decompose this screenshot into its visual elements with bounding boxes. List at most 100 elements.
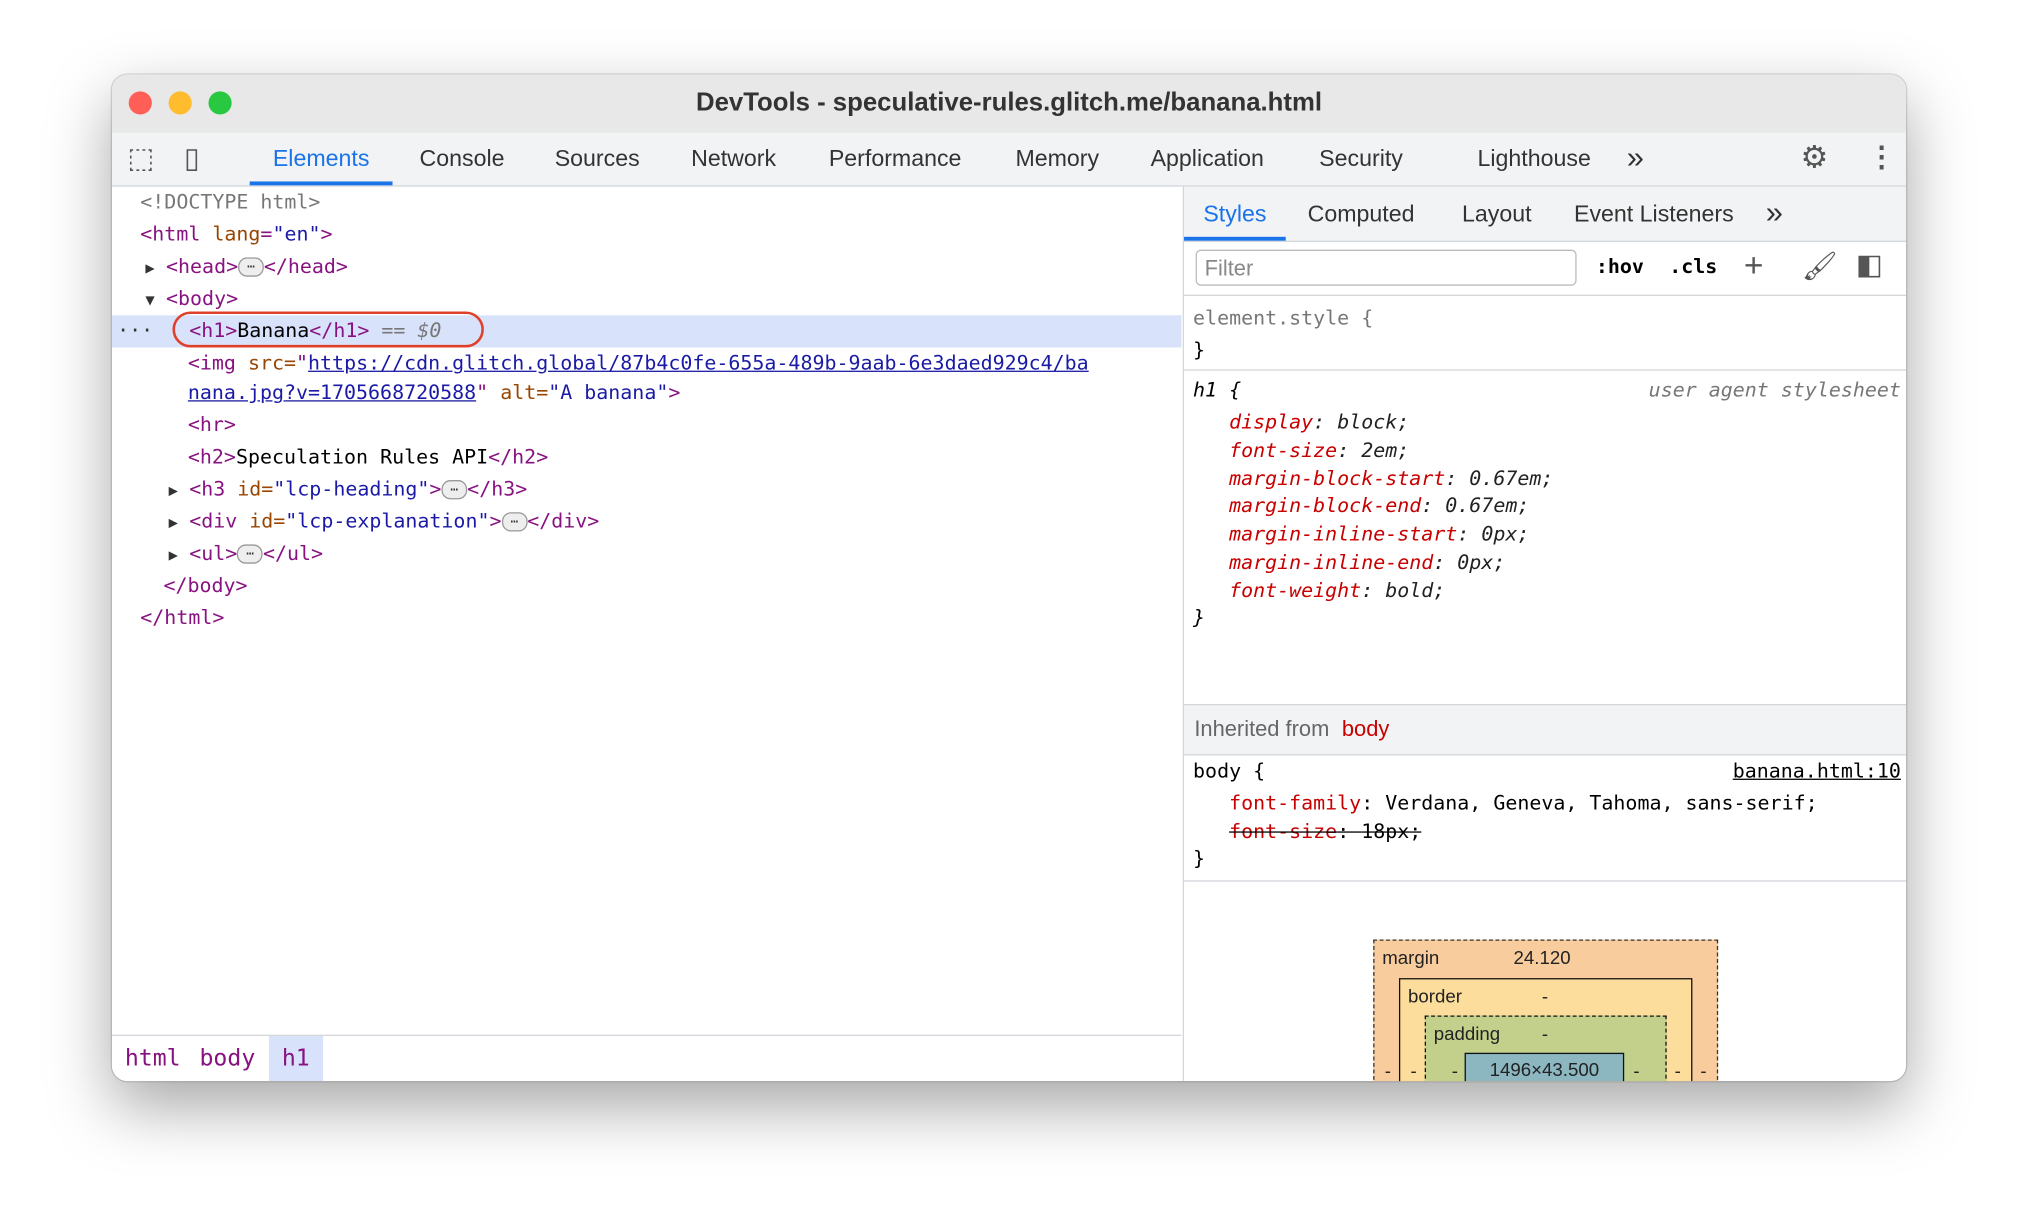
paint-brush-icon[interactable]: 🖌 — [1802, 250, 1838, 283]
src-link[interactable]: nana.jpg?v=1705668720588 — [188, 381, 476, 404]
property-name: font-size — [1229, 819, 1338, 843]
inherited-from-link[interactable]: body — [1342, 717, 1389, 741]
settings-icon[interactable]: ⚙ — [1801, 139, 1829, 176]
attr: src= — [247, 351, 297, 375]
rule-source-link[interactable]: banana.html:10 — [1733, 759, 1901, 782]
more-tabs-chevron-icon[interactable]: » — [1627, 133, 1644, 184]
padding-left-value[interactable]: - — [1452, 1062, 1458, 1081]
dom-html-close[interactable]: </html> — [112, 602, 1181, 634]
dom-div[interactable]: ▶ <div id="lcp-explanation">… </div> — [112, 506, 1181, 538]
hov-button[interactable]: :hov — [1596, 255, 1644, 278]
property-name: font-size — [1229, 438, 1338, 462]
inspect-icon[interactable]: ⬚ — [127, 142, 154, 175]
attr: alt= — [500, 380, 549, 405]
ellipsis-icon[interactable]: … — [238, 257, 264, 277]
margin-left-value[interactable]: - — [1385, 1062, 1391, 1081]
cls-button[interactable]: .cls — [1669, 255, 1717, 278]
expand-triangle-icon[interactable]: ▶ — [169, 539, 190, 571]
style-property[interactable]: font-size: 2em; — [1229, 439, 1409, 462]
tab-styles[interactable]: Styles — [1184, 187, 1286, 241]
style-property[interactable]: font-family: Verdana, Geneva, Tahoma, sa… — [1229, 792, 1818, 815]
style-property[interactable]: margin-block-end: 0.67em; — [1229, 495, 1529, 518]
dom-html[interactable]: <html lang="en"> — [112, 219, 1181, 251]
tag: <ul> — [189, 541, 238, 565]
padding-right-value[interactable]: - — [1633, 1062, 1639, 1081]
property-name: font-family — [1229, 791, 1362, 815]
highlight-circle — [172, 311, 484, 348]
tab-event-listeners[interactable]: Event Listeners — [1574, 187, 1734, 241]
collapse-triangle-icon[interactable]: ▼ — [145, 284, 166, 316]
border-right-value[interactable]: - — [1675, 1062, 1681, 1081]
box-model-margin[interactable]: margin 24.120 - - border - - - - padding… — [1373, 939, 1719, 1082]
style-property[interactable]: font-weight: bold; — [1229, 579, 1445, 602]
box-model-padding[interactable]: padding - - - - 1496×43.500 — [1424, 1015, 1667, 1082]
tab-computed[interactable]: Computed — [1308, 187, 1415, 241]
filter-input[interactable]: Filter — [1195, 249, 1577, 286]
tab-performance[interactable]: Performance — [829, 133, 962, 184]
expand-triangle-icon[interactable]: ▶ — [145, 252, 166, 284]
doctype-text: <!DOCTYPE html> — [140, 190, 321, 214]
dom-head[interactable]: ▶ <head>… </head> — [112, 251, 1181, 283]
toggle-sidebar-icon[interactable]: ◧ — [1856, 248, 1883, 281]
margin-right-value[interactable]: - — [1700, 1062, 1706, 1081]
more-tabs-chevron-icon[interactable]: » — [1766, 187, 1783, 241]
property-value: Verdana, Geneva, Tahoma, sans-serif — [1385, 791, 1806, 815]
expand-triangle-icon[interactable]: ▶ — [169, 475, 190, 507]
dom-h2[interactable]: <h2>Speculation Rules API</h2> — [112, 441, 1181, 473]
margin-top-value[interactable]: 24.120 — [1514, 949, 1571, 970]
padding-label: padding — [1433, 1024, 1501, 1046]
filter-toolbar: Filter :hov .cls + 🖌 ◧ — [1184, 242, 1907, 297]
padding-top-value[interactable]: - — [1542, 1024, 1548, 1045]
tag: </body> — [163, 574, 248, 598]
attr-value: "lcp-heading" — [273, 477, 430, 501]
tag: </h3> — [467, 477, 528, 501]
border-top-value[interactable]: - — [1542, 987, 1548, 1008]
ellipsis-icon[interactable]: … — [441, 480, 468, 500]
tag: <head> — [166, 254, 239, 278]
dom-img[interactable]: <img src="https://cdn.glitch.global/87b4… — [112, 347, 1181, 379]
tab-elements[interactable]: Elements — [249, 133, 393, 186]
breadcrumb-html[interactable]: html — [112, 1036, 194, 1081]
property-name: margin-inline-start — [1229, 522, 1458, 546]
style-property[interactable]: display: block; — [1229, 411, 1409, 434]
box-model-content[interactable]: 1496×43.500 — [1464, 1052, 1625, 1082]
src-link[interactable]: https://cdn.glitch.global/87b4c0fe-655a-… — [308, 351, 1089, 374]
dom-img-cont[interactable]: nana.jpg?v=1705668720588" alt="A banana"… — [112, 377, 1181, 409]
device-toolbar-icon[interactable]: ▯ — [184, 142, 200, 175]
border-left-value[interactable]: - — [1411, 1062, 1417, 1081]
box-model-border[interactable]: border - - - - padding - - - - 1496×43.5… — [1398, 978, 1693, 1082]
style-property-overridden[interactable]: font-size: 18px; — [1229, 820, 1421, 843]
element-style-selector[interactable]: element.style { — [1193, 306, 1373, 329]
style-property[interactable]: margin-inline-end: 0px; — [1229, 551, 1505, 574]
dom-hr[interactable]: <hr> — [112, 409, 1181, 441]
tab-application[interactable]: Application — [1151, 133, 1264, 184]
dom-ul[interactable]: ▶ <ul>… </ul> — [112, 538, 1181, 570]
ellipsis-icon[interactable]: … — [501, 512, 528, 532]
dom-h3[interactable]: ▶ <h3 id="lcp-heading">… </h3> — [112, 474, 1181, 506]
dom-doctype[interactable]: <!DOCTYPE html> — [112, 187, 1181, 219]
tab-security[interactable]: Security — [1319, 133, 1403, 184]
attr-value: "lcp-explanation" — [285, 509, 490, 533]
tab-network[interactable]: Network — [691, 133, 776, 184]
more-vert-icon[interactable]: ⋮ — [1867, 140, 1895, 173]
style-property[interactable]: margin-inline-start: 0px; — [1229, 523, 1529, 546]
new-style-rule-icon[interactable]: + — [1744, 246, 1764, 286]
tab-layout[interactable]: Layout — [1462, 187, 1532, 241]
tag: </ul> — [262, 541, 324, 565]
tab-sources[interactable]: Sources — [555, 133, 640, 184]
dom-h1-selected[interactable]: ··· <h1>Banana</h1> == $0 — [111, 311, 1182, 348]
main-toolbar: ⬚ ▯ Elements Console Sources Network Per… — [111, 132, 1907, 187]
node-actions-icon[interactable]: ··· — [117, 315, 153, 347]
tag: <div — [189, 509, 250, 533]
inherited-label: Inherited from — [1194, 716, 1330, 742]
ellipsis-icon[interactable]: … — [237, 544, 263, 564]
tab-memory[interactable]: Memory — [1015, 133, 1099, 184]
breadcrumb-body[interactable]: body — [187, 1036, 269, 1081]
tab-console[interactable]: Console — [420, 133, 505, 184]
tab-lighthouse[interactable]: Lighthouse — [1477, 133, 1590, 184]
style-property[interactable]: margin-block-start: 0.67em; — [1229, 467, 1553, 490]
dom-body-close[interactable]: </body> — [112, 570, 1181, 602]
breadcrumb-h1[interactable]: h1 — [268, 1036, 323, 1082]
property-name: display — [1229, 410, 1314, 434]
expand-triangle-icon[interactable]: ▶ — [169, 507, 190, 539]
